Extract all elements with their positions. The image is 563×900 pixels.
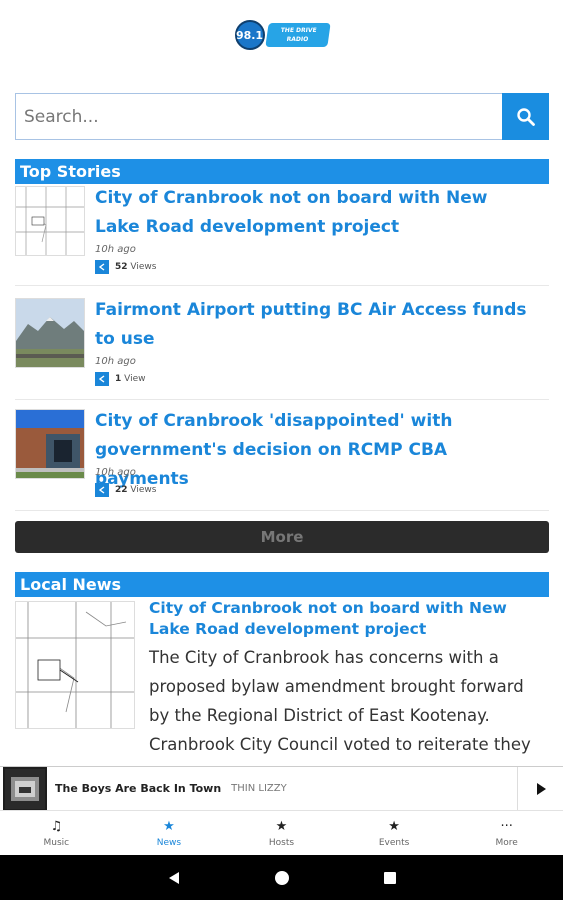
search-icon [516, 107, 535, 126]
views-label: Views [130, 485, 157, 495]
local-news-thumbnail-map [15, 601, 135, 729]
views-label: Views [130, 262, 157, 272]
nav-hosts[interactable]: ★ Hosts [225, 811, 338, 855]
star-icon: ★ [163, 819, 175, 834]
story-views: 22 Views [95, 483, 156, 497]
nav-news[interactable]: ★ News [113, 811, 226, 855]
story-thumbnail-map [15, 186, 85, 256]
story-time: 10h ago [95, 467, 136, 478]
local-news-heading: Local News [15, 572, 549, 597]
story-title[interactable]: Fairmont Airport putting BC Air Access f… [95, 296, 535, 354]
local-news-item[interactable]: City of Cranbrook not on board with New … [15, 597, 549, 766]
views-count: 22 [115, 485, 128, 495]
story-item[interactable]: City of Cranbrook 'disappointed' with go… [15, 407, 549, 511]
share-icon[interactable] [95, 483, 109, 497]
local-news-body: The City of Cranbrook has concerns with … [149, 648, 531, 766]
play-icon [536, 783, 546, 795]
main-content: Top Stories City of Cranbrook not on boa… [0, 70, 563, 766]
now-playing-artist: THIN LIZZY [231, 783, 287, 794]
more-button[interactable]: More [15, 521, 549, 553]
nav-music[interactable]: ♫ Music [0, 811, 113, 855]
nav-label: More [495, 837, 518, 848]
nav-events[interactable]: ★ Events [338, 811, 451, 855]
nav-more[interactable]: ··· More [450, 811, 563, 855]
story-views: 1 View [95, 372, 146, 386]
search-bar [15, 93, 549, 140]
story-item[interactable]: Fairmont Airport putting BC Air Access f… [15, 296, 549, 400]
system-navigation-bar [0, 855, 563, 900]
app-header: 98.1 THE DRIVE RADIO [0, 0, 563, 70]
nav-label: News [156, 837, 182, 848]
station-logo[interactable]: 98.1 THE DRIVE RADIO [234, 20, 331, 50]
now-playing-bar[interactable]: The Boys Are Back In Town THIN LIZZY [0, 766, 563, 811]
views-label: View [124, 374, 146, 384]
story-title[interactable]: City of Cranbrook not on board with New … [95, 184, 535, 242]
star-icon: ★ [275, 819, 288, 834]
story-title[interactable]: City of Cranbrook 'disappointed' with go… [95, 407, 535, 494]
share-icon[interactable] [95, 260, 109, 274]
story-time: 10h ago [95, 356, 136, 367]
story-thumbnail-photo [15, 298, 85, 368]
local-news-title[interactable]: City of Cranbrook not on board with New … [149, 598, 549, 640]
views-count: 52 [115, 262, 128, 272]
top-stories-heading: Top Stories [15, 159, 549, 184]
story-views: 52 Views [95, 260, 156, 274]
views-count: 1 [115, 374, 122, 384]
nav-label: Hosts [268, 837, 295, 848]
more-dots-icon: ··· [500, 819, 513, 834]
story-item[interactable]: City of Cranbrook not on board with New … [15, 184, 549, 286]
logo-badge: 98.1 [234, 20, 265, 50]
back-icon[interactable] [166, 870, 182, 886]
story-thumbnail-building [15, 409, 85, 479]
star-icon: ★ [388, 819, 400, 834]
nav-label: Events [378, 837, 410, 848]
now-playing-song: The Boys Are Back In Town [55, 782, 222, 795]
play-button[interactable] [517, 767, 563, 811]
logo-wordmark: THE DRIVE RADIO [264, 23, 331, 47]
nav-label: Music [43, 837, 70, 848]
recents-icon[interactable] [382, 870, 398, 886]
search-button[interactable] [502, 93, 549, 140]
search-input[interactable] [15, 93, 502, 140]
music-note-icon: ♫ [50, 819, 63, 834]
album-art [3, 766, 47, 811]
bottom-navigation: ♫ Music ★ News ★ Hosts ★ Events ··· More [0, 810, 563, 855]
story-time: 10h ago [95, 244, 136, 255]
share-icon[interactable] [95, 372, 109, 386]
home-icon[interactable] [274, 870, 290, 886]
